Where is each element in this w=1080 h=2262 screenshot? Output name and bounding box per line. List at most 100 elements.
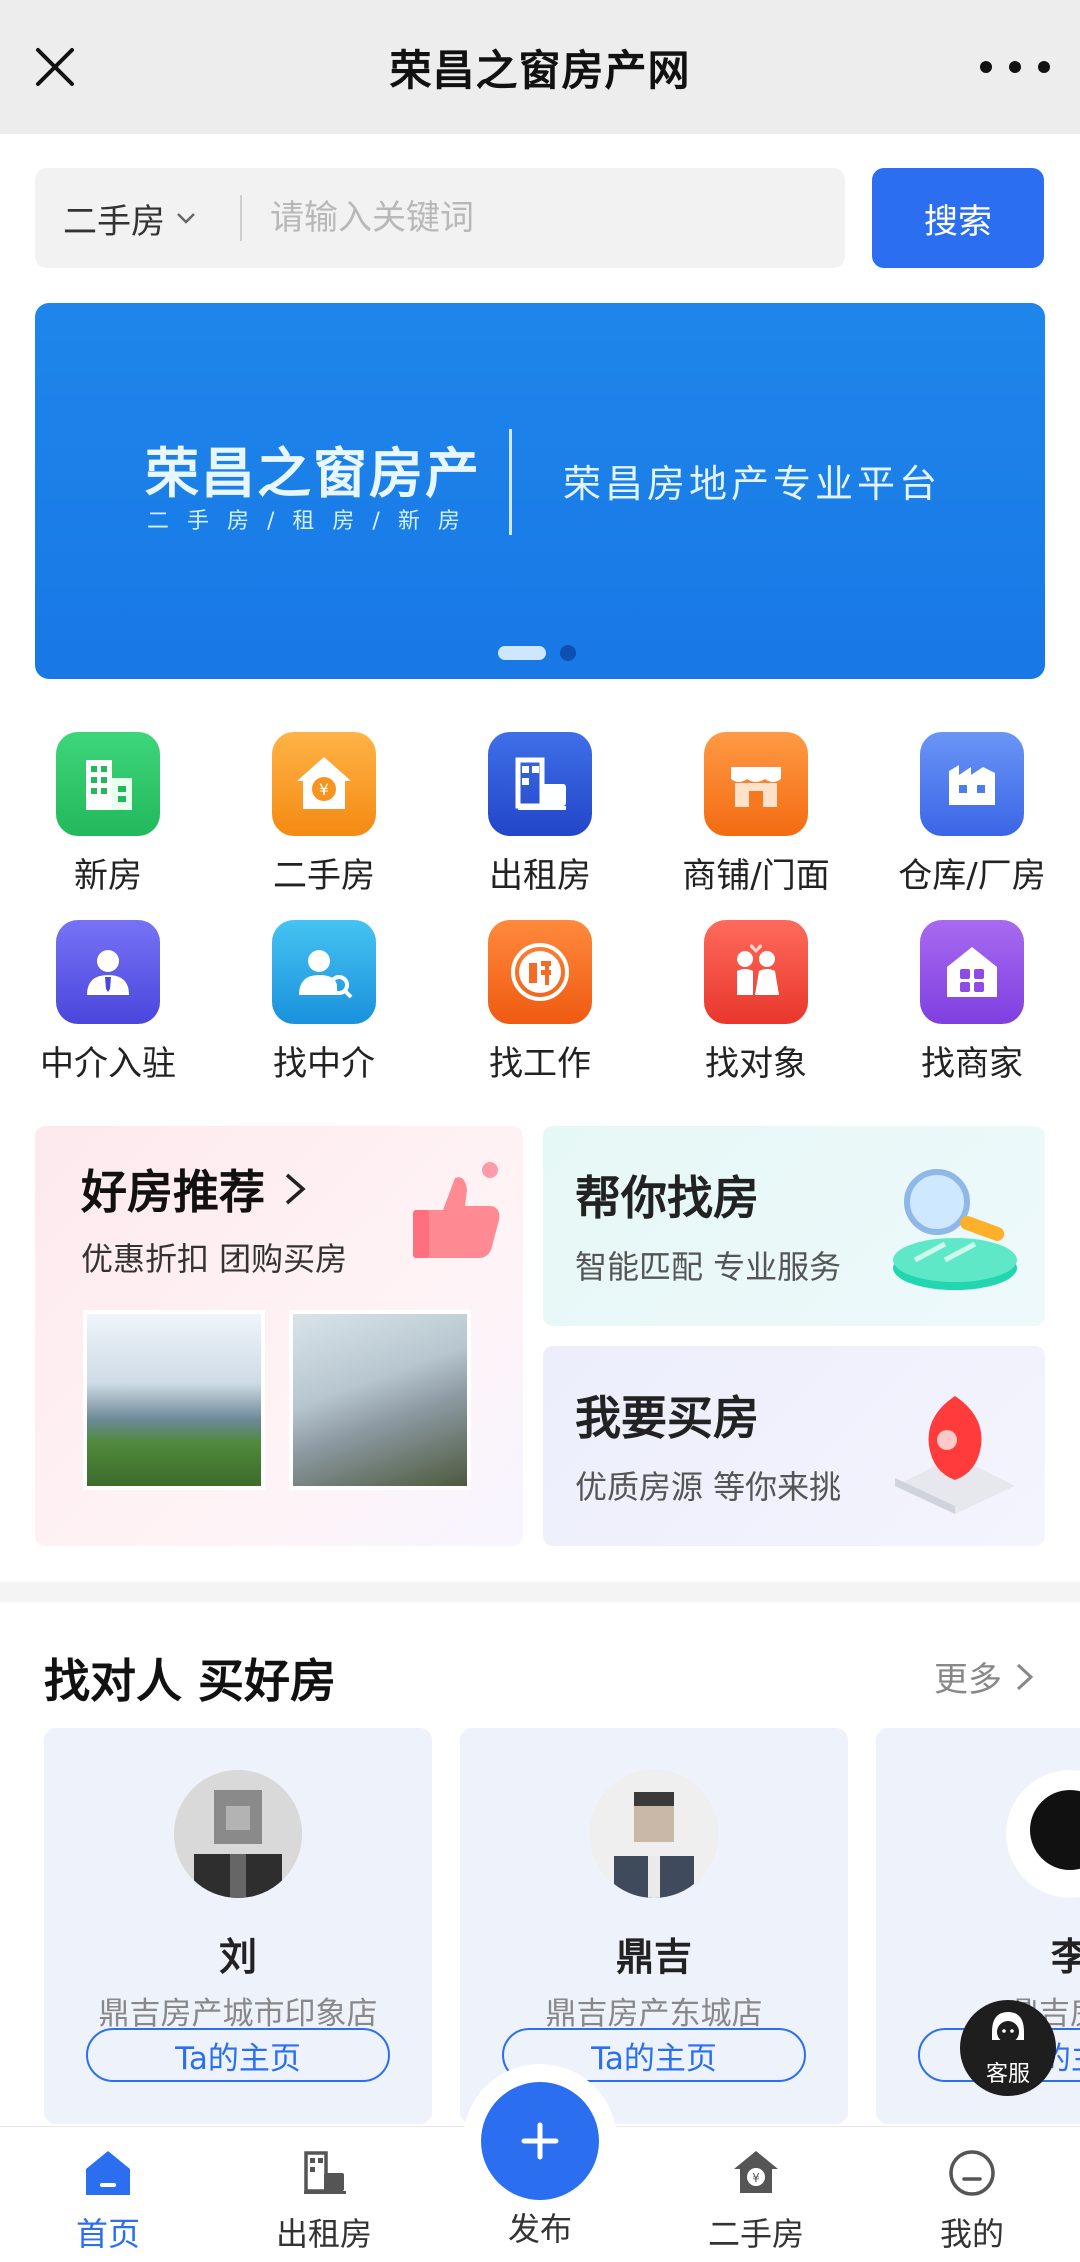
customer-service-button[interactable]: 客服 xyxy=(960,2000,1056,2096)
promo-subtitle: 智能匹配 专业服务 xyxy=(575,1248,842,1286)
section-title: 找对人 买好房 xyxy=(44,1654,337,1708)
agent-card[interactable]: 刘 鼎吉房产城市印象店 Ta的主页 xyxy=(44,1728,432,2124)
promo-recommended-card[interactable]: 好房推荐 优惠折扣 团购买房 xyxy=(35,1126,523,1546)
house-coin-icon: ¥ xyxy=(272,732,376,836)
promo-title-text: 好房推荐 xyxy=(81,1165,265,1219)
profile-icon xyxy=(949,2150,995,2196)
category-grid: 新房 ¥ 二手房 出租房 商铺/门面 仓库/厂房 中介入驻 找中介 找工作 找对… xyxy=(0,720,1080,1096)
grid-item-job[interactable]: 找工作 xyxy=(432,908,648,1096)
agent-store: 鼎吉房产城市印象店 xyxy=(98,1996,378,2032)
agent-name: 李 xyxy=(1050,1935,1080,1979)
promo-title: 我要买房 xyxy=(575,1391,759,1445)
carousel-indicator xyxy=(498,645,576,661)
promo-subtitle: 优惠折扣 团购买房 xyxy=(81,1240,348,1278)
grid-label: 二手房 xyxy=(273,856,375,896)
promo-find-house-card[interactable]: 帮你找房 智能匹配 专业服务 xyxy=(543,1126,1045,1326)
section-divider xyxy=(0,1582,1080,1602)
promo-title: 好房推荐 xyxy=(81,1156,309,1222)
house-photo[interactable] xyxy=(83,1310,265,1490)
carousel-dot[interactable] xyxy=(560,645,576,661)
nav-item-home[interactable]: 首页 xyxy=(0,2127,216,2262)
search-button[interactable]: 搜索 xyxy=(872,168,1044,268)
grid-label: 新房 xyxy=(74,856,142,896)
search-input[interactable] xyxy=(242,198,802,238)
banner-slogan: 荣昌房地产专业平台 xyxy=(563,462,942,506)
agent-carousel[interactable]: 刘 鼎吉房产城市印象店 Ta的主页 鼎吉 鼎吉房产东城店 Ta的主页 李 鼎吉房… xyxy=(44,1728,1080,2124)
grid-label: 仓库/厂房 xyxy=(898,856,1046,896)
page-title: 荣昌之窗房产网 xyxy=(389,45,691,95)
banner-carousel[interactable]: 荣昌之窗房产 二手房/租房/新房 荣昌房地产专业平台 xyxy=(35,303,1045,679)
banner-title: 荣昌之窗房产 xyxy=(145,442,481,505)
grid-label: 找中介 xyxy=(273,1044,375,1084)
avatar xyxy=(590,1770,718,1898)
grid-item-warehouse[interactable]: 仓库/厂房 xyxy=(864,720,1080,908)
grid-item-merchant[interactable]: 找商家 xyxy=(864,908,1080,1096)
merchant-icon xyxy=(920,920,1024,1024)
chevron-right-icon xyxy=(1016,1663,1034,1690)
grid-label: 找工作 xyxy=(489,1044,591,1084)
agent-homepage-button[interactable]: Ta的主页 xyxy=(86,2028,390,2082)
close-icon[interactable] xyxy=(30,42,80,92)
magnifier-icon xyxy=(893,1169,1017,1290)
job-icon xyxy=(488,920,592,1024)
grid-label: 商铺/门面 xyxy=(682,856,830,896)
grid-item-agent-join[interactable]: 中介入驻 xyxy=(0,908,216,1096)
grid-item-second-hand[interactable]: ¥ 二手房 xyxy=(216,720,432,908)
chevron-down-icon xyxy=(177,213,195,224)
agent-icon xyxy=(56,920,160,1024)
avatar xyxy=(174,1770,302,1898)
banner-divider xyxy=(509,429,512,535)
agent-name: 刘 xyxy=(218,1935,257,1979)
shop-icon xyxy=(704,732,808,836)
banner-subtitle: 二手房/租房/新房 xyxy=(147,509,478,534)
chevron-right-icon xyxy=(285,1173,306,1205)
house-photo[interactable] xyxy=(289,1310,471,1490)
search-bar: 二手房 xyxy=(35,168,845,268)
promo-buy-house-card[interactable]: 我要买房 优质房源 等你来挑 xyxy=(543,1346,1045,1546)
building-icon xyxy=(56,732,160,836)
nav-label: 出租房 xyxy=(275,2215,372,2253)
plus-icon xyxy=(521,2122,559,2160)
rent-icon xyxy=(488,732,592,836)
grid-item-shop[interactable]: 商铺/门面 xyxy=(648,720,864,908)
promo-title: 帮你找房 xyxy=(575,1171,759,1225)
agent-card[interactable]: 鼎吉 鼎吉房产东城店 Ta的主页 xyxy=(460,1728,848,2124)
find-agent-icon xyxy=(272,920,376,1024)
factory-icon xyxy=(920,732,1024,836)
svg-text:¥: ¥ xyxy=(319,780,329,799)
agent-store: 鼎吉房产东城店 xyxy=(545,1996,763,2032)
nav-item-rent[interactable]: 出租房 xyxy=(216,2127,432,2262)
publish-button[interactable] xyxy=(481,2082,599,2200)
grid-item-dating[interactable]: 找对象 xyxy=(648,908,864,1096)
grid-item-new-house[interactable]: 新房 xyxy=(0,720,216,908)
avatar xyxy=(1006,1770,1080,1898)
customer-service-icon xyxy=(992,2012,1024,2043)
grid-label: 找对象 xyxy=(705,1044,807,1084)
more-menu-icon[interactable] xyxy=(980,42,1050,92)
grid-label: 出租房 xyxy=(489,856,591,896)
svg-text:¥: ¥ xyxy=(752,2171,760,2185)
grid-item-rent[interactable]: 出租房 xyxy=(432,720,648,908)
rent-nav-icon xyxy=(304,2151,346,2194)
house-nav-icon: ¥ xyxy=(734,2151,778,2193)
grid-label: 中介入驻 xyxy=(40,1044,176,1084)
grid-label: 找商家 xyxy=(921,1044,1023,1084)
grid-item-find-agent[interactable]: 找中介 xyxy=(216,908,432,1096)
promo-subtitle: 优质房源 等你来挑 xyxy=(575,1468,842,1506)
search-type-label: 二手房 xyxy=(63,201,165,242)
more-label: 更多 xyxy=(934,1660,1002,1700)
customer-service-label: 客服 xyxy=(985,2062,1030,2087)
location-pin-icon xyxy=(895,1396,1015,1514)
top-bar: 荣昌之窗房产网 xyxy=(0,0,1080,134)
carousel-dot-active[interactable] xyxy=(498,646,546,660)
nav-item-mine[interactable]: 我的 xyxy=(864,2127,1080,2262)
search-type-select[interactable]: 二手房 xyxy=(35,194,240,243)
nav-label: 我的 xyxy=(939,2215,1004,2253)
nav-label: 二手房 xyxy=(707,2215,804,2253)
publish-label: 发布 xyxy=(507,2210,572,2248)
more-link[interactable]: 更多 xyxy=(934,1652,1036,1701)
home-icon xyxy=(86,2151,130,2195)
nav-item-second-hand[interactable]: ¥ 二手房 xyxy=(648,2127,864,2262)
nav-label: 首页 xyxy=(75,2215,140,2253)
thumbs-up-icon xyxy=(413,1162,500,1258)
